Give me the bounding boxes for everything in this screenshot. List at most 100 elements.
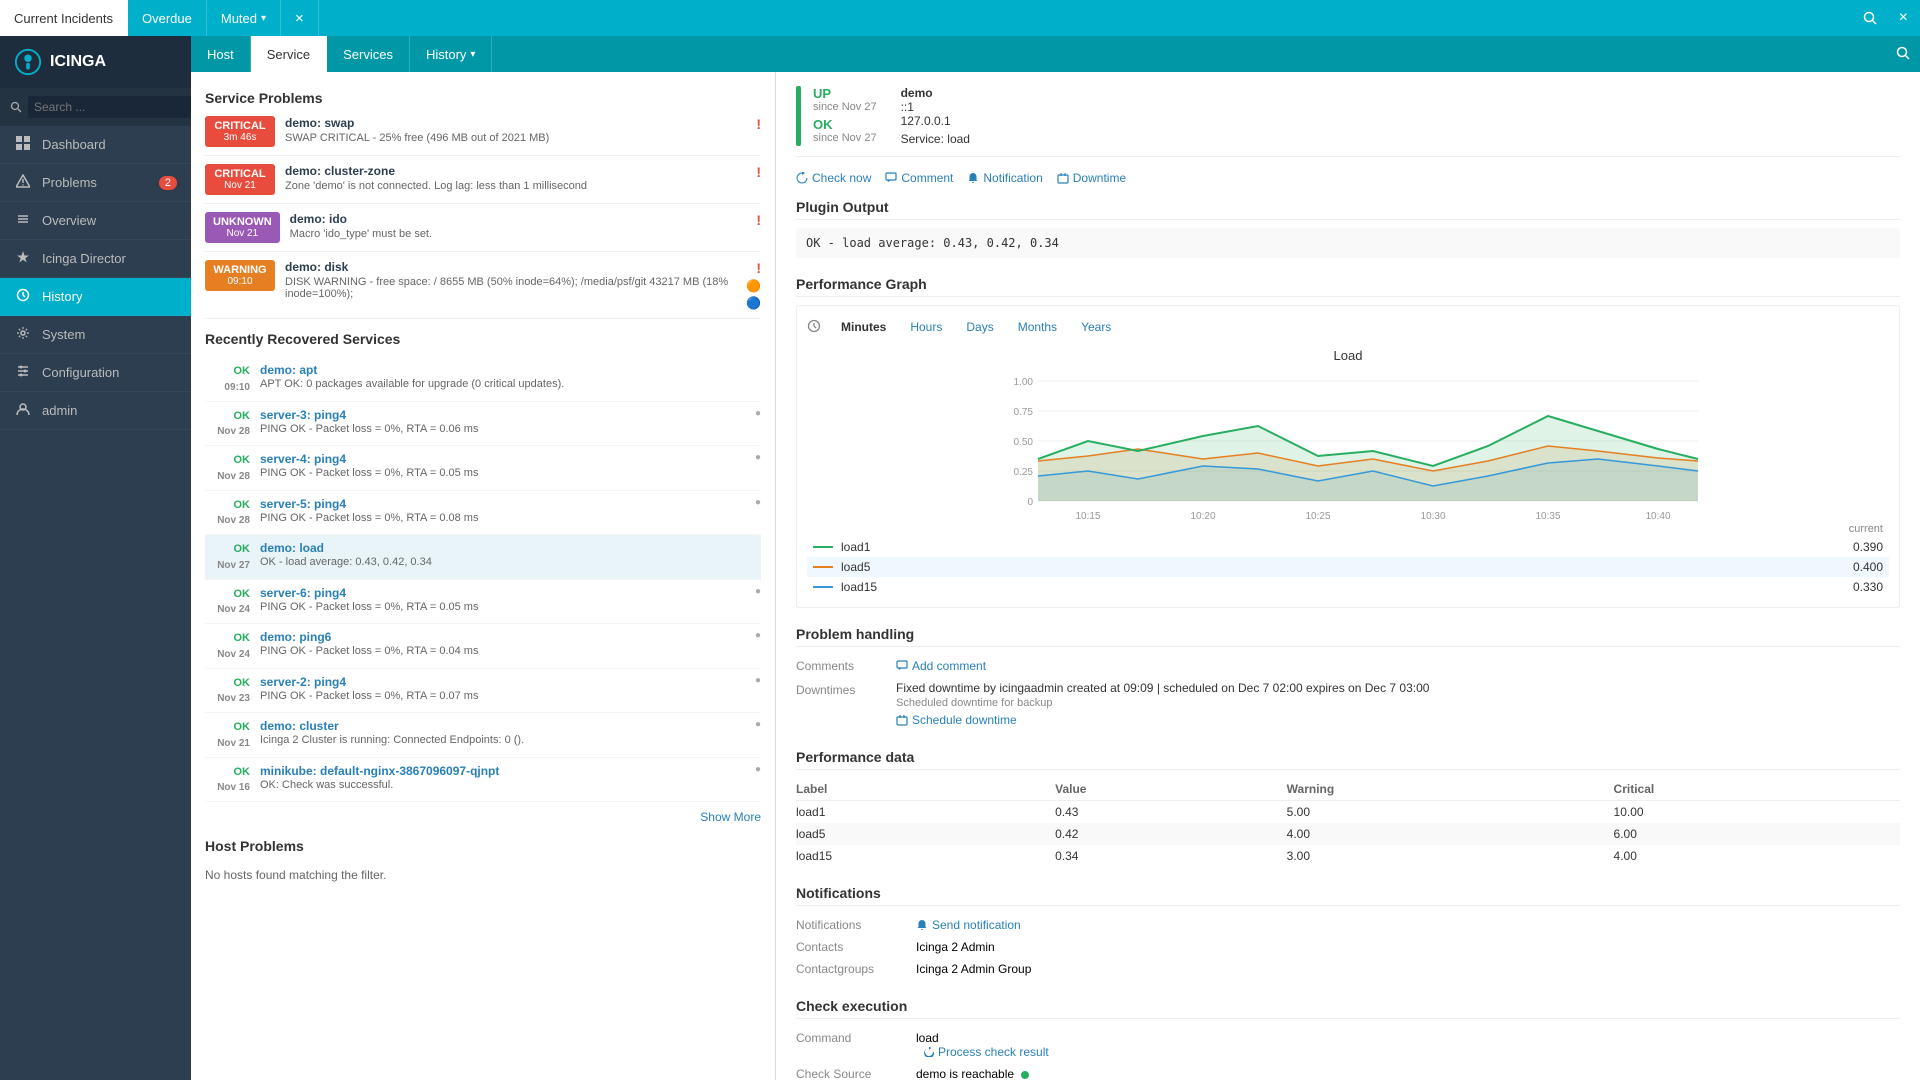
recovered-item-0[interactable]: OK 09:10 demo: apt APT OK: 0 packages av… xyxy=(205,357,761,402)
contacts-value: Icinga 2 Admin xyxy=(916,936,1900,958)
legend-name-load15: load15 xyxy=(841,580,1833,594)
contactgroups-label: Contactgroups xyxy=(796,958,916,980)
host-problems-section: Host Problems No hosts found matching th… xyxy=(205,838,761,886)
check-source-label: Check Source xyxy=(796,1063,916,1080)
host-problems-title: Host Problems xyxy=(205,838,761,854)
sub-nav-search-btn[interactable] xyxy=(1886,46,1920,63)
problem-item-2[interactable]: UNKNOWN Nov 21 demo: ido Macro 'ido_type… xyxy=(205,212,761,252)
command-label: Command xyxy=(796,1027,916,1063)
sidebar-logo: ICINGA xyxy=(0,36,191,88)
sidebar-label-problems: Problems xyxy=(42,175,97,190)
problem-handling-section: Problem handling Comments Add comment Do… xyxy=(796,626,1900,731)
top-navigation: Current Incidents Overdue Muted ▾ × × xyxy=(0,0,1920,36)
sidebar-item-overview[interactable]: Overview xyxy=(0,202,191,240)
performance-data-table: LabelValueWarningCritical load1 0.43 5.0… xyxy=(796,778,1900,867)
since-up-text: since Nov 27 xyxy=(813,101,877,113)
check-execution-table: Command load Process check result Check … xyxy=(796,1027,1900,1080)
sidebar: ICINGA × Dashboard Problems 2 Overview I… xyxy=(0,36,191,1080)
perf-graph-container: MinutesHoursDaysMonthsYears Load 1.00 0.… xyxy=(796,305,1900,608)
top-search-btn[interactable] xyxy=(1853,11,1887,25)
svg-text:0: 0 xyxy=(1027,497,1033,508)
process-icon xyxy=(924,1047,934,1057)
schedule-downtime-btn[interactable]: Schedule downtime xyxy=(896,713,1900,727)
plugin-output-section: Plugin Output OK - load average: 0.43, 0… xyxy=(796,199,1900,258)
problem-desc-1: Zone 'demo' is not connected. Log lag: l… xyxy=(285,180,748,192)
main-layout: ICINGA × Dashboard Problems 2 Overview I… xyxy=(0,36,1920,1080)
recovered-item-9[interactable]: OK Nov 16 minikube: default-nginx-386709… xyxy=(205,758,761,803)
reachable-dot xyxy=(1021,1071,1029,1079)
perf-header-warning: Warning xyxy=(1287,778,1614,801)
recovered-item-2[interactable]: OK Nov 28 server-4: ping4 PING OK - Pack… xyxy=(205,446,761,491)
top-nav-close-btn[interactable]: × xyxy=(1887,9,1920,27)
recovered-item-3[interactable]: OK Nov 28 server-5: ping4 PING OK - Pack… xyxy=(205,491,761,536)
svg-text:0.50: 0.50 xyxy=(1014,437,1034,448)
dashboard-icon xyxy=(14,136,32,153)
ok-status-6: OK Nov 24 xyxy=(205,630,260,662)
sub-tab-service[interactable]: Service xyxy=(251,36,327,72)
perf-tab-months[interactable]: Months xyxy=(1006,316,1069,338)
recovered-item-5[interactable]: OK Nov 24 server-6: ping4 PING OK - Pack… xyxy=(205,580,761,625)
status-ok-text: OK xyxy=(813,117,877,132)
check-execution-section: Check execution Command load Process che… xyxy=(796,998,1900,1080)
service-ip: 127.0.0.1 xyxy=(901,114,970,128)
problem-item-0[interactable]: CRITICAL 3m 46s demo: swap SWAP CRITICAL… xyxy=(205,116,761,156)
recovered-name-7: server-2: ping4 xyxy=(260,675,747,689)
sidebar-item-dashboard[interactable]: Dashboard xyxy=(0,126,191,164)
sidebar-item-configuration[interactable]: Configuration xyxy=(0,354,191,392)
sub-tab-history[interactable]: History ▾ xyxy=(410,36,492,72)
schedule-icon xyxy=(896,714,908,726)
check-now-btn[interactable]: Check now xyxy=(796,171,871,185)
problem-item-1[interactable]: CRITICAL Nov 21 demo: cluster-zone Zone … xyxy=(205,164,761,204)
perf-row-1: load5 0.42 4.00 6.00 xyxy=(796,823,1900,845)
add-comment-btn[interactable]: Add comment xyxy=(896,659,1900,673)
downtime-btn[interactable]: Downtime xyxy=(1057,171,1126,185)
overview-icon xyxy=(14,212,32,229)
ok-status-2: OK Nov 28 xyxy=(205,452,260,484)
comment-add-icon xyxy=(896,660,908,672)
sidebar-item-admin[interactable]: admin xyxy=(0,392,191,430)
sidebar-item-system[interactable]: System xyxy=(0,316,191,354)
legend-name-load1: load1 xyxy=(841,540,1833,554)
sidebar-item-history[interactable]: History xyxy=(0,278,191,316)
sidebar-item-icinga-director[interactable]: Icinga Director xyxy=(0,240,191,278)
sidebar-label-system: System xyxy=(42,327,85,342)
tab-current-incidents[interactable]: Current Incidents xyxy=(0,0,128,36)
recovered-item-8[interactable]: OK Nov 21 demo: cluster Icinga 2 Cluster… xyxy=(205,713,761,758)
history-arrow: ▾ xyxy=(470,49,475,60)
notif-label: Notifications xyxy=(796,914,916,936)
perf-tab-minutes[interactable]: Minutes xyxy=(829,316,898,338)
perf-tab-years[interactable]: Years xyxy=(1069,316,1123,338)
notification-btn[interactable]: Notification xyxy=(967,171,1042,185)
notifications-row: Notifications Send notification xyxy=(796,914,1900,936)
recovered-item-4[interactable]: OK Nov 27 demo: load OK - load average: … xyxy=(205,535,761,580)
send-notification-btn[interactable]: Send notification xyxy=(916,918,1900,932)
process-check-result-btn[interactable]: Process check result xyxy=(924,1045,1900,1059)
status-badge-2: UNKNOWN Nov 21 xyxy=(205,212,280,243)
comment-btn[interactable]: Comment xyxy=(885,171,953,185)
sidebar-item-problems[interactable]: Problems 2 xyxy=(0,164,191,202)
comments-row: Comments Add comment xyxy=(796,655,1900,677)
performance-chart: 1.00 0.75 0.50 0.25 0 10:15 10:20 10:25 … xyxy=(807,371,1889,521)
recovered-name-8: demo: cluster xyxy=(260,719,747,733)
tab-muted[interactable]: Muted ▾ xyxy=(207,0,281,36)
recovered-item-6[interactable]: OK Nov 24 demo: ping6 PING OK - Packet l… xyxy=(205,624,761,669)
sub-tab-services[interactable]: Services xyxy=(327,36,410,72)
recovered-item-1[interactable]: OK Nov 28 server-3: ping4 PING OK - Pack… xyxy=(205,402,761,447)
recovered-name-5: server-6: ping4 xyxy=(260,586,747,600)
problem-item-3[interactable]: WARNING 09:10 demo: disk DISK WARNING - … xyxy=(205,260,761,319)
recovered-title: Recently Recovered Services xyxy=(205,331,761,347)
recovered-item-7[interactable]: OK Nov 23 server-2: ping4 PING OK - Pack… xyxy=(205,669,761,714)
muted-arrow: ▾ xyxy=(261,13,266,24)
perf-tab-hours[interactable]: Hours xyxy=(898,316,954,338)
sidebar-search-input[interactable] xyxy=(28,96,195,118)
show-more-link[interactable]: Show More xyxy=(205,810,761,824)
legend-name-load5: load5 xyxy=(841,560,1833,574)
tab-topnav-close[interactable]: × xyxy=(281,0,319,36)
sub-tab-host[interactable]: Host xyxy=(191,36,251,72)
perf-cell-warning-2: 3.00 xyxy=(1287,845,1614,867)
configuration-icon xyxy=(14,364,32,381)
perf-tab-days[interactable]: Days xyxy=(954,316,1005,338)
sidebar-label-admin: admin xyxy=(42,403,77,418)
tab-overdue[interactable]: Overdue xyxy=(128,0,207,36)
perf-header-critical: Critical xyxy=(1614,778,1900,801)
